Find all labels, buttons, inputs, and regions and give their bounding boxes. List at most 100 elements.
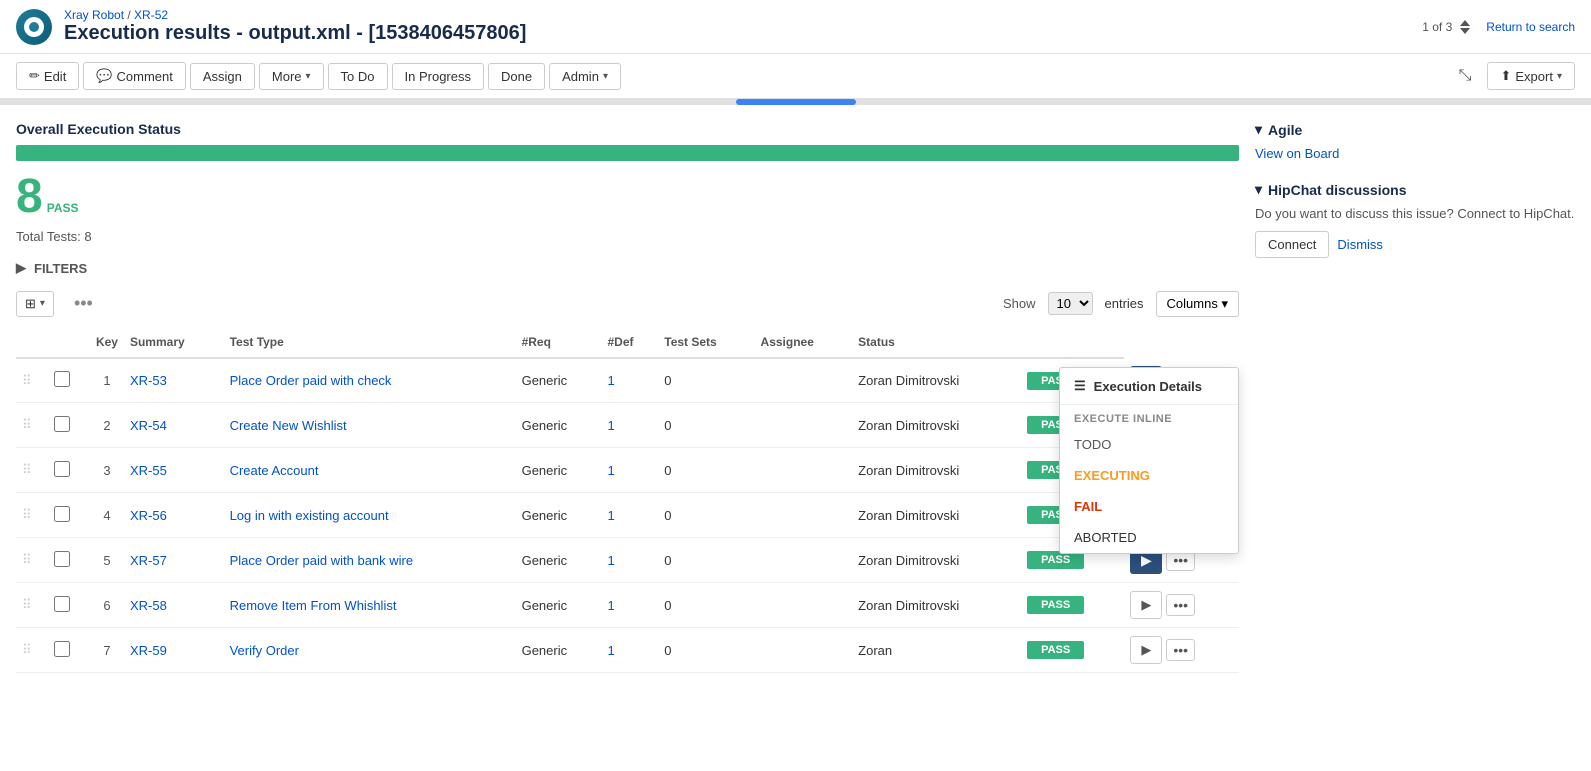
more-button[interactable]: More ▾ <box>259 63 324 90</box>
row-checkbox[interactable] <box>54 596 70 612</box>
columns-label: Columns <box>1167 296 1218 311</box>
key-cell[interactable]: XR-54 <box>124 403 224 448</box>
check-cell[interactable] <box>48 628 90 673</box>
filters-row[interactable]: ▶ FILTERS <box>16 260 1239 276</box>
agile-title[interactable]: ▾ Agile <box>1255 121 1575 138</box>
summary-cell[interactable]: Place Order paid with check <box>224 358 516 403</box>
check-cell[interactable] <box>48 448 90 493</box>
admin-button[interactable]: Admin ▾ <box>549 63 621 90</box>
summary-link[interactable]: Create Account <box>230 463 319 478</box>
more-table-options[interactable]: ••• <box>62 288 105 319</box>
row-checkbox[interactable] <box>54 416 70 432</box>
in-progress-button[interactable]: In Progress <box>392 63 484 90</box>
dropdown-aborted[interactable]: ABORTED <box>1060 522 1238 553</box>
edit-button[interactable]: ✏ Edit <box>16 62 79 90</box>
done-button[interactable]: Done <box>488 63 545 90</box>
req-cell[interactable]: 1 <box>602 358 659 403</box>
req-cell[interactable]: 1 <box>602 628 659 673</box>
req-cell[interactable]: 1 <box>602 583 659 628</box>
req-link[interactable]: 1 <box>608 373 615 388</box>
play-button-secondary[interactable]: ▶ <box>1130 636 1162 664</box>
breadcrumb-project[interactable]: Xray Robot <box>64 8 124 22</box>
key-link[interactable]: XR-54 <box>130 418 167 433</box>
share-button[interactable]: ⤡ <box>1451 62 1480 90</box>
key-cell[interactable]: XR-58 <box>124 583 224 628</box>
comment-button[interactable]: 💬 Comment <box>83 62 186 90</box>
columns-button[interactable]: Columns ▾ <box>1156 291 1239 317</box>
req-cell[interactable]: 1 <box>602 403 659 448</box>
row-checkbox[interactable] <box>54 506 70 522</box>
req-cell[interactable]: 1 <box>602 538 659 583</box>
summary-cell[interactable]: Verify Order <box>224 628 516 673</box>
bulk-action-button[interactable]: ⊞ ▾ <box>16 291 54 317</box>
entries-select[interactable]: 10 25 50 <box>1048 292 1093 315</box>
summary-link[interactable]: Log in with existing account <box>230 508 389 523</box>
check-cell[interactable] <box>48 403 90 448</box>
check-cell[interactable] <box>48 358 90 403</box>
check-cell[interactable] <box>48 493 90 538</box>
key-cell[interactable]: XR-56 <box>124 493 224 538</box>
key-cell[interactable]: XR-57 <box>124 538 224 583</box>
row-checkbox[interactable] <box>54 461 70 477</box>
summary-link[interactable]: Place Order paid with check <box>230 373 392 388</box>
key-link[interactable]: XR-53 <box>130 373 167 388</box>
req-cell[interactable]: 1 <box>602 493 659 538</box>
row-num-cell: 4 <box>90 493 124 538</box>
summary-link[interactable]: Create New Wishlist <box>230 418 347 433</box>
th-check <box>48 327 90 358</box>
req-link[interactable]: 1 <box>608 418 615 433</box>
export-button[interactable]: ⬆ Export ▾ <box>1487 62 1575 90</box>
agile-chevron-icon: ▾ <box>1255 121 1262 138</box>
req-link[interactable]: 1 <box>608 598 615 613</box>
table-row: ⠿ 5 XR-57 Place Order paid with bank wir… <box>16 538 1239 583</box>
row-checkbox[interactable] <box>54 371 70 387</box>
check-cell[interactable] <box>48 538 90 583</box>
view-on-board-link[interactable]: View on Board <box>1255 146 1339 161</box>
dropdown-fail[interactable]: FAIL <box>1060 491 1238 522</box>
dropdown-executing[interactable]: EXECUTING <box>1060 460 1238 491</box>
hipchat-title[interactable]: ▾ HipChat discussions <box>1255 181 1575 198</box>
action-buttons: ▶ ••• <box>1130 591 1233 619</box>
req-cell[interactable]: 1 <box>602 448 659 493</box>
summary-cell[interactable]: Create Account <box>224 448 516 493</box>
key-link[interactable]: XR-56 <box>130 508 167 523</box>
type-cell: Generic <box>516 403 602 448</box>
nav-arrow-down[interactable] <box>1460 28 1470 34</box>
summary-link[interactable]: Remove Item From Whishlist <box>230 598 397 613</box>
todo-button[interactable]: To Do <box>328 63 388 90</box>
summary-cell[interactable]: Create New Wishlist <box>224 403 516 448</box>
req-link[interactable]: 1 <box>608 553 615 568</box>
row-checkbox[interactable] <box>54 551 70 567</box>
summary-link[interactable]: Verify Order <box>230 643 299 658</box>
play-button-secondary[interactable]: ▶ <box>1130 591 1162 619</box>
key-cell[interactable]: XR-59 <box>124 628 224 673</box>
summary-link[interactable]: Place Order paid with bank wire <box>230 553 414 568</box>
status-badge: PASS <box>1027 596 1084 614</box>
breadcrumb-issue[interactable]: XR-52 <box>134 8 168 22</box>
req-link[interactable]: 1 <box>608 643 615 658</box>
connect-button[interactable]: Connect <box>1255 231 1329 258</box>
row-checkbox[interactable] <box>54 641 70 657</box>
key-link[interactable]: XR-59 <box>130 643 167 658</box>
req-link[interactable]: 1 <box>608 508 615 523</box>
return-to-search-link[interactable]: Return to search <box>1486 20 1575 34</box>
assign-button[interactable]: Assign <box>190 63 255 90</box>
key-cell[interactable]: XR-55 <box>124 448 224 493</box>
nav-arrows[interactable] <box>1460 20 1470 34</box>
dismiss-button[interactable]: Dismiss <box>1337 231 1383 258</box>
key-link[interactable]: XR-58 <box>130 598 167 613</box>
dropdown-todo[interactable]: TODO <box>1060 429 1238 460</box>
drag-handle-icon: ⠿ <box>22 417 32 432</box>
summary-cell[interactable]: Log in with existing account <box>224 493 516 538</box>
key-link[interactable]: XR-57 <box>130 553 167 568</box>
key-link[interactable]: XR-55 <box>130 463 167 478</box>
row-more-button[interactable]: ••• <box>1166 639 1195 661</box>
nav-arrow-up[interactable] <box>1460 20 1470 26</box>
check-cell[interactable] <box>48 583 90 628</box>
summary-cell[interactable]: Remove Item From Whishlist <box>224 583 516 628</box>
hipchat-chevron-icon: ▾ <box>1255 181 1262 198</box>
req-link[interactable]: 1 <box>608 463 615 478</box>
row-more-button[interactable]: ••• <box>1166 594 1195 616</box>
key-cell[interactable]: XR-53 <box>124 358 224 403</box>
summary-cell[interactable]: Place Order paid with bank wire <box>224 538 516 583</box>
